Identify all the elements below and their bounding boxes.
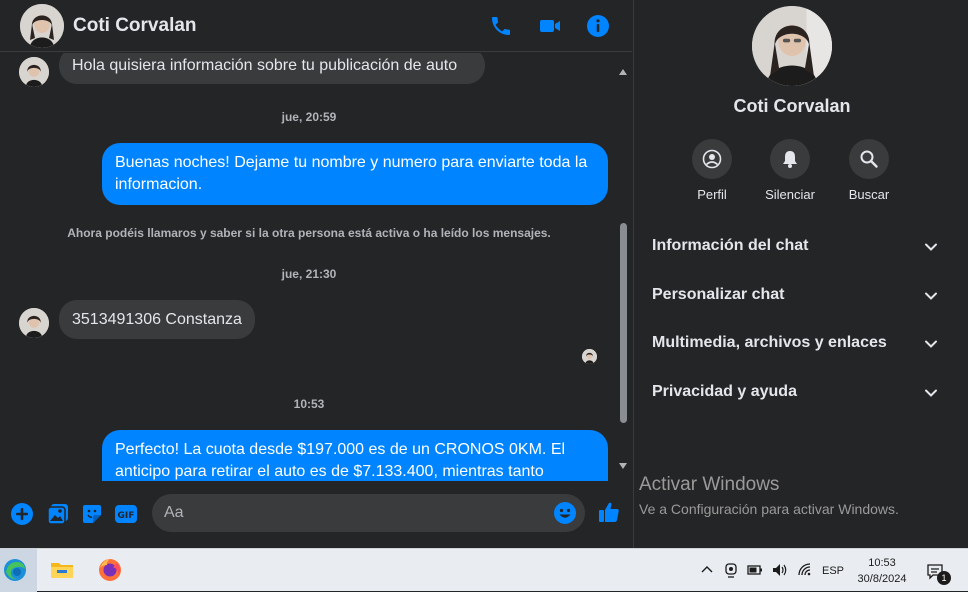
profile-button[interactable]: Perfil [672,139,752,202]
search-label: Buscar [848,187,890,202]
composer: GIF [0,490,632,538]
mute-label: Silenciar [765,187,815,202]
chevron-down-icon [925,340,937,348]
gif-icon[interactable]: GIF [114,502,138,526]
message-list[interactable]: Hola quisiera información sobre tu publi… [0,53,618,481]
search-icon [849,139,889,179]
watermark-title: Activar Windows [639,474,780,495]
thumbs-up-icon[interactable] [597,500,621,524]
chevron-up-icon[interactable] [698,561,716,579]
outgoing-message[interactable]: Perfecto! La cuota desde $197.000 es de … [102,430,608,481]
section-customize-chat[interactable]: Personalizar chat [652,280,938,310]
scroll-down-arrow-icon[interactable] [619,463,627,469]
message-input-box[interactable] [152,494,585,532]
chat-header: Coti Corvalan [0,0,632,52]
section-label: Privacidad y ayuda [652,383,797,400]
activity-notice: Ahora podéis llamaros y saber si la otra… [67,226,551,240]
message-scrollbar[interactable] [618,63,630,475]
mute-button[interactable]: Silenciar [750,139,830,202]
profile-avatar-large[interactable] [752,6,832,86]
windows-taskbar: ESP 10:53 30/8/2024 1 [0,548,968,592]
messenger-window: Coti Corvalan Hola quisiera información … [0,0,968,548]
profile-label: Perfil [697,187,727,202]
meet-now-icon[interactable] [722,561,740,579]
chevron-down-icon [925,389,937,397]
scroll-up-arrow-icon[interactable] [619,69,627,75]
edge-browser-icon[interactable] [2,557,28,583]
volume-icon[interactable] [771,561,789,579]
conversation-details-panel: Coti Corvalan Perfil Silenciar Buscar In… [633,0,968,548]
incoming-message[interactable]: Hola quisiera información sobre tu publi… [59,53,485,84]
system-clock[interactable]: 10:53 30/8/2024 [850,555,914,587]
outgoing-message[interactable]: Buenas noches! Dejame tu nombre y numero… [102,143,608,205]
contact-avatar[interactable] [20,4,64,48]
search-button[interactable]: Buscar [829,139,909,202]
section-chat-info[interactable]: Información del chat [652,231,938,261]
firefox-icon[interactable] [97,557,123,583]
contact-name[interactable]: Coti Corvalan [73,15,197,37]
section-media-files-links[interactable]: Multimedia, archivos y enlaces [652,328,938,358]
sticker-icon[interactable] [80,502,104,526]
svg-text:GIF: GIF [118,511,135,521]
timestamp: jue, 21:30 [281,267,337,281]
clock-time: 10:53 [868,557,896,569]
chevron-down-icon [925,243,937,251]
section-label: Multimedia, archivos y enlaces [652,334,887,351]
timestamp: jue, 20:59 [281,110,337,124]
timestamp: 10:53 [293,397,325,411]
scroll-thumb[interactable] [620,223,627,423]
input-language[interactable]: ESP [822,565,844,577]
attach-image-icon[interactable] [46,502,70,526]
section-privacy-help[interactable]: Privacidad y ayuda [652,377,938,407]
notification-count-badge: 1 [937,571,951,585]
video-call-icon[interactable] [538,14,562,38]
battery-icon[interactable] [746,561,764,579]
incoming-message[interactable]: 3513491306 Constanza [59,300,255,339]
activate-windows-watermark: Activar Windows Ve a Configuración para … [639,474,899,517]
watermark-subtitle: Ve a Configuración para activar Windows. [639,501,899,517]
profile-icon [692,139,732,179]
file-explorer-icon[interactable] [49,557,75,583]
profile-name: Coti Corvalan [733,96,851,116]
section-label: Información del chat [652,237,809,254]
add-more-icon[interactable] [10,502,34,526]
clock-date: 30/8/2024 [857,573,907,585]
sender-avatar [19,308,49,338]
phone-call-icon[interactable] [489,14,513,38]
sender-avatar [19,57,49,87]
read-receipt-avatar [582,349,597,364]
section-label: Personalizar chat [652,286,785,303]
bell-icon [770,139,810,179]
message-input[interactable] [164,494,544,532]
emoji-icon[interactable] [553,501,577,525]
chevron-down-icon [925,292,937,300]
info-icon[interactable] [586,14,610,38]
wifi-icon[interactable] [796,561,814,579]
chat-pane: Coti Corvalan Hola quisiera información … [0,0,632,548]
